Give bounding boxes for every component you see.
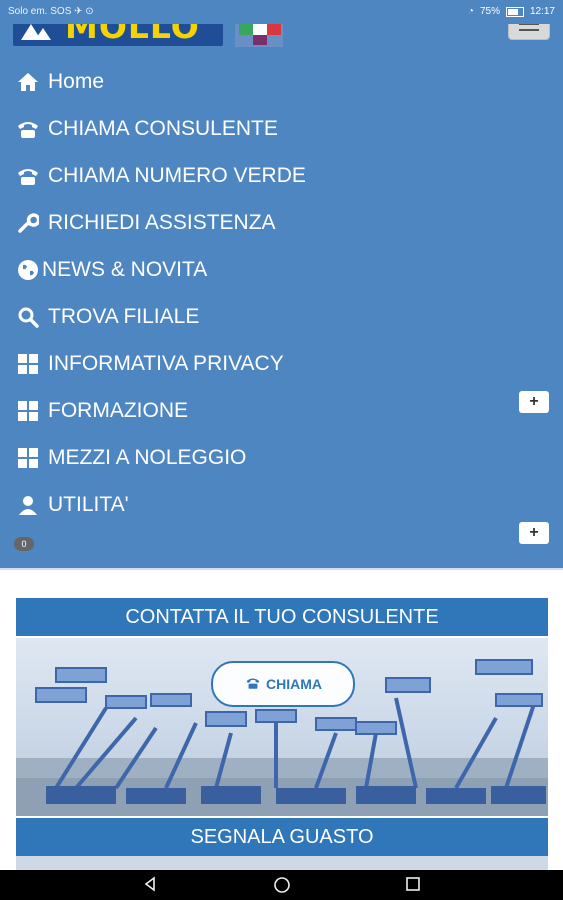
search-icon xyxy=(16,305,40,329)
menu-item-label: MEZZI A NOLEGGIO xyxy=(48,446,247,469)
menu-item-chiama-numero-verde[interactable]: CHIAMA NUMERO VERDE xyxy=(16,161,306,191)
wifi-icon: ◔ xyxy=(467,6,474,17)
battery-icon xyxy=(505,6,524,17)
user-icon xyxy=(16,493,40,517)
home-icon xyxy=(16,70,40,94)
status-left-text: Solo em. SOS ✈ ⊙ xyxy=(8,6,94,17)
status-right: ◔ 75% 12:17 xyxy=(468,6,555,17)
wrench-icon xyxy=(16,211,40,235)
phone-icon xyxy=(16,117,40,141)
menu-item-label: TROVA FILIALE xyxy=(48,305,200,328)
hamburger-icon-line xyxy=(519,29,539,31)
phone-icon xyxy=(244,676,262,693)
menu-item-label: NEWS & NOVITA xyxy=(42,258,208,281)
menu-item-label: UTILITA' xyxy=(48,493,129,516)
menu-item-informativa-privacy[interactable]: INFORMATIVA PRIVACY xyxy=(16,349,284,379)
fault-panel-header[interactable]: SEGNALA GUASTO xyxy=(16,818,548,856)
menu-item-label: Home xyxy=(48,70,105,93)
call-button[interactable]: CHIAMA xyxy=(211,661,355,707)
back-icon[interactable] xyxy=(142,876,158,897)
menu-item-utilita[interactable]: UTILITA' xyxy=(16,490,129,520)
expand-formazione-button[interactable]: + xyxy=(519,391,549,413)
menu-item-label: INFORMATIVA PRIVACY xyxy=(48,352,284,375)
recents-icon[interactable] xyxy=(405,876,421,897)
menu-item-label: RICHIEDI ASSISTENZA xyxy=(48,211,276,234)
menu-item-label: CHIAMA NUMERO VERDE xyxy=(48,164,306,187)
status-bar: Solo em. SOS ✈ ⊙ ◔ 75% 12:17 xyxy=(0,0,563,24)
menu-item-label: FORMAZIONE xyxy=(48,399,188,422)
grid-icon xyxy=(16,352,40,376)
menu-item-trova-filiale[interactable]: TROVA FILIALE xyxy=(16,302,199,332)
logo-mountain-small-icon xyxy=(35,28,51,40)
menu-item-news[interactable]: NEWS & NOVITA xyxy=(16,255,207,285)
expand-utilita-button[interactable]: + xyxy=(519,522,549,544)
menu-item-home[interactable]: Home xyxy=(16,67,104,97)
counter-badge: 0 xyxy=(14,537,34,551)
phone-icon xyxy=(16,164,40,188)
grid-icon xyxy=(16,399,40,423)
nav-menu: Home CHIAMA CONSULENTE CHIAMA NUMERO VER… xyxy=(0,48,563,570)
menu-item-mezzi-a-noleggio[interactable]: MEZZI A NOLEGGIO xyxy=(16,443,246,473)
menu-item-richiedi-assistenza[interactable]: RICHIEDI ASSISTENZA xyxy=(16,208,276,238)
battery-percent: 75% xyxy=(479,6,500,17)
menu-item-formazione[interactable]: FORMAZIONE xyxy=(16,396,188,426)
home-circle-icon[interactable] xyxy=(273,876,291,899)
fault-panel-image xyxy=(16,856,548,870)
contact-panel-header[interactable]: CONTATTA IL TUO CONSULENTE xyxy=(16,598,548,636)
android-nav-bar xyxy=(0,870,563,900)
globe-icon xyxy=(16,258,40,282)
menu-item-chiama-consulente[interactable]: CHIAMA CONSULENTE xyxy=(16,114,278,144)
menu-item-label: CHIAMA CONSULENTE xyxy=(48,117,278,140)
grid-icon xyxy=(16,446,40,470)
clock: 12:17 xyxy=(529,6,555,17)
call-button-label: CHIAMA xyxy=(266,676,322,692)
